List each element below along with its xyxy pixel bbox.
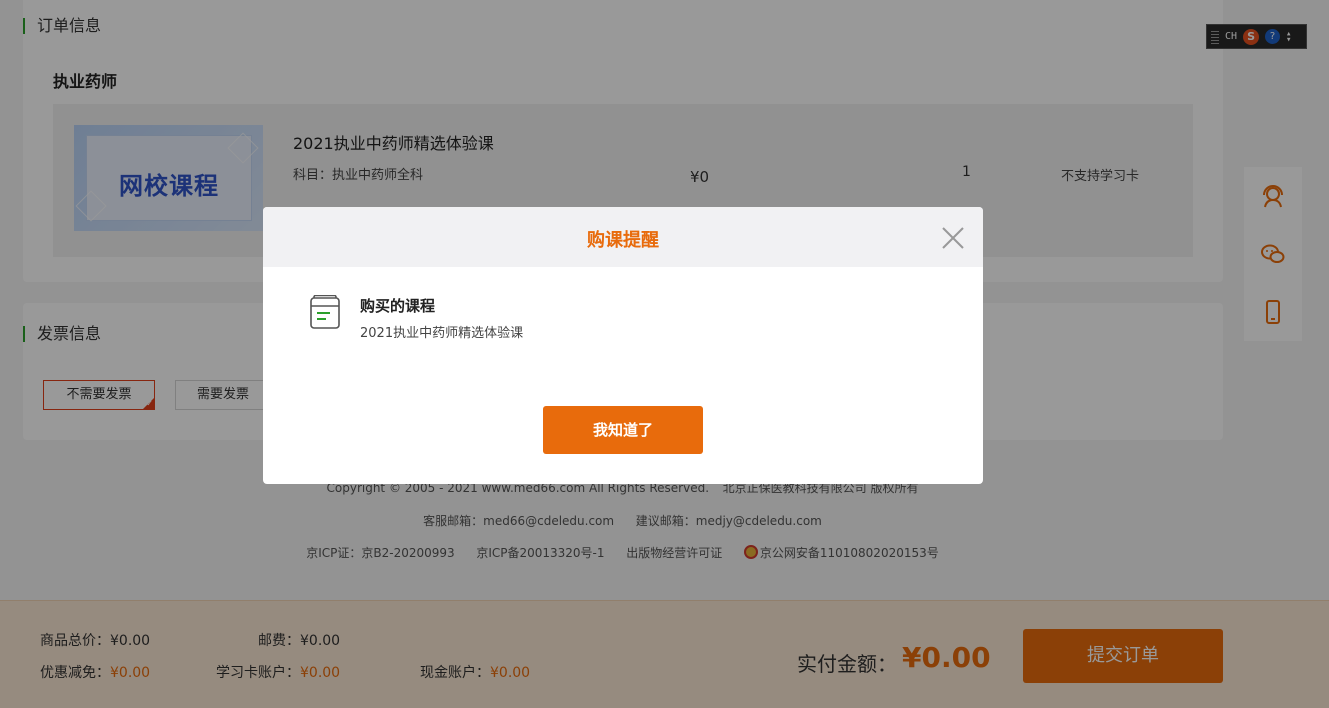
acknowledge-button[interactable]: 我知道了 <box>543 406 703 454</box>
close-icon[interactable] <box>939 224 967 252</box>
dialog-title: 购课提醒 <box>587 230 659 251</box>
purchase-reminder-dialog: 购课提醒 购买的课程 2021执业中药师精选体验课 我知道了 <box>263 207 983 484</box>
course-document-icon <box>310 294 340 329</box>
purchased-course-name: 2021执业中药师精选体验课 <box>360 326 524 341</box>
dialog-header: 购课提醒 <box>263 207 983 267</box>
purchased-course-label: 购买的课程 <box>360 297 436 315</box>
